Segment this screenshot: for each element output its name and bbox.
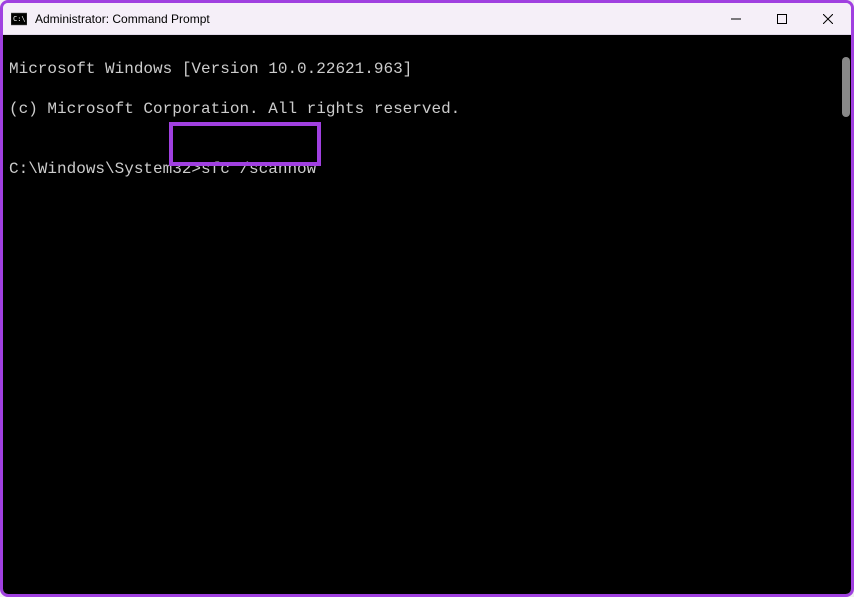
maximize-button[interactable] bbox=[759, 3, 805, 34]
terminal-line-copyright: (c) Microsoft Corporation. All rights re… bbox=[9, 99, 845, 119]
cmd-icon: C:\ bbox=[11, 11, 27, 27]
title-bar[interactable]: C:\ Administrator: Command Prompt bbox=[3, 3, 851, 35]
terminal-content: Microsoft Windows [Version 10.0.22621.96… bbox=[3, 35, 851, 183]
terminal-command: sfc /scannow bbox=[201, 160, 316, 178]
close-button[interactable] bbox=[805, 3, 851, 34]
minimize-button[interactable] bbox=[713, 3, 759, 34]
svg-text:C:\: C:\ bbox=[13, 15, 26, 23]
window-controls bbox=[713, 3, 851, 34]
window-frame: C:\ Administrator: Command Prompt bbox=[0, 0, 854, 597]
terminal-prompt: C:\Windows\System32> bbox=[9, 160, 201, 178]
scrollbar-thumb[interactable] bbox=[842, 57, 850, 117]
terminal-body[interactable]: Microsoft Windows [Version 10.0.22621.96… bbox=[3, 35, 851, 594]
terminal-line-version: Microsoft Windows [Version 10.0.22621.96… bbox=[9, 59, 845, 79]
window-title: Administrator: Command Prompt bbox=[35, 12, 713, 26]
